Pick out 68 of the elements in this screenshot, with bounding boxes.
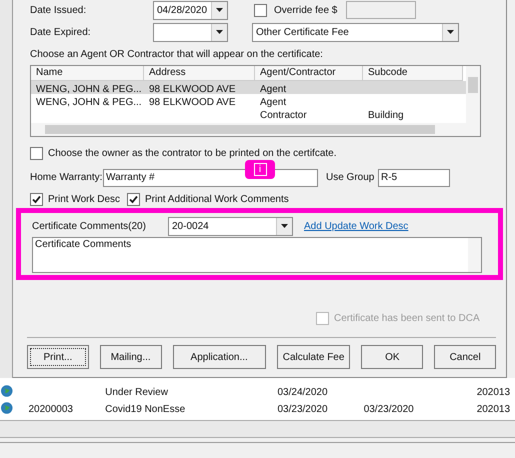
checkbox[interactable] xyxy=(30,147,43,160)
field-label: Date Issued: xyxy=(30,4,88,16)
table-cell: 202013 xyxy=(476,386,510,398)
column-header[interactable]: Address xyxy=(144,66,255,81)
dialog-button[interactable]: Application... xyxy=(172,345,266,369)
dropdown-field[interactable]: 20-0024 xyxy=(168,216,293,236)
table-cell: 98 ELKWOOD AVE xyxy=(149,97,236,108)
checkmark-icon xyxy=(129,195,138,204)
dropdown-button[interactable] xyxy=(276,218,292,234)
caret-icon xyxy=(216,8,223,12)
table-cell: 202013 xyxy=(476,404,510,414)
table-cell: Agent xyxy=(260,84,286,95)
checkbox-label: Print Additional Work Comments xyxy=(145,193,289,206)
table-cell: 03/23/2020 xyxy=(364,404,414,414)
checkbox[interactable] xyxy=(127,193,140,206)
dropdown-field[interactable]: Other Certificate Fee xyxy=(252,22,459,42)
fee-input[interactable] xyxy=(346,1,416,19)
checkbox[interactable] xyxy=(30,193,43,206)
column-header[interactable]: Agent/Contractor xyxy=(255,66,363,81)
dialog-button[interactable]: Mailing... xyxy=(100,345,162,369)
vertical-scrollbar[interactable] xyxy=(466,66,480,123)
warranty-input[interactable]: Warranty # xyxy=(103,168,318,186)
use-group-input[interactable]: R-5 xyxy=(378,168,450,186)
globe-icon xyxy=(1,402,12,414)
checkbox-label: Choose the owner as the contrator to be printed on the certifcate. xyxy=(48,147,337,160)
field-label: Home Warranty: xyxy=(30,171,103,184)
callout-marker: i xyxy=(245,160,275,179)
table-cell: Under Review xyxy=(105,386,168,398)
field-label: Override fee $ xyxy=(274,4,338,16)
field-label: Certificate Comments(20) xyxy=(32,220,147,232)
dialog-button[interactable]: Calculate Fee xyxy=(276,345,350,369)
dropdown-button[interactable] xyxy=(442,24,458,40)
table-cell: 03/24/2020 xyxy=(278,386,328,398)
table-cell: Contractor xyxy=(260,110,307,121)
checkbox[interactable] xyxy=(254,4,267,16)
dialog-button[interactable]: Print... xyxy=(27,345,89,369)
checkbox-label: Certificate has been sent to DCA xyxy=(334,312,480,325)
field-label: Date Expired: xyxy=(30,26,92,38)
table-cell: WENG, JOHN & PEG... xyxy=(36,97,142,108)
dialog-button[interactable]: Cancel xyxy=(434,345,496,369)
comments-textarea[interactable]: Certificate Comments xyxy=(32,237,482,273)
column-header[interactable]: Subcode xyxy=(363,66,463,81)
checkmark-icon xyxy=(32,195,41,204)
work-desc-link[interactable]: Add Update Work Desc xyxy=(304,220,408,232)
caret-icon xyxy=(216,30,223,34)
caret-icon xyxy=(281,224,288,228)
table-cell: WENG, JOHN & PEG... xyxy=(36,84,142,95)
caret-icon xyxy=(447,30,454,34)
dropdown-button[interactable] xyxy=(211,2,227,18)
section-label: Choose an Agent OR Contractor that will appear on the certificate: xyxy=(30,48,324,62)
vertical-scrollbar[interactable] xyxy=(468,238,481,272)
dropdown-field[interactable] xyxy=(153,22,228,42)
dropdown-button[interactable] xyxy=(211,24,227,40)
column-header[interactable]: Name xyxy=(31,66,144,81)
table-cell: Agent xyxy=(260,97,286,108)
table-cell: Building xyxy=(368,110,404,121)
table-cell: Covid19 NonEsse xyxy=(105,404,186,414)
horizontal-scrollbar[interactable] xyxy=(0,420,515,438)
dropdown-field[interactable]: 04/28/2020 xyxy=(153,0,228,20)
checkbox-label: Print Work Desc xyxy=(48,193,120,206)
table-cell: 98 ELKWOOD AVE xyxy=(149,84,236,95)
horizontal-scrollbar[interactable] xyxy=(31,123,480,136)
table-cell: 20200003 xyxy=(28,404,73,414)
list-row[interactable]: WENG, JOHN & PEG... 98 ELKWOOD AVE Agent xyxy=(31,81,466,94)
globe-icon xyxy=(1,384,12,396)
dialog-button[interactable]: OK xyxy=(361,345,424,369)
table-cell: 03/23/2020 xyxy=(278,404,328,414)
field-label: Use Group xyxy=(326,171,376,184)
